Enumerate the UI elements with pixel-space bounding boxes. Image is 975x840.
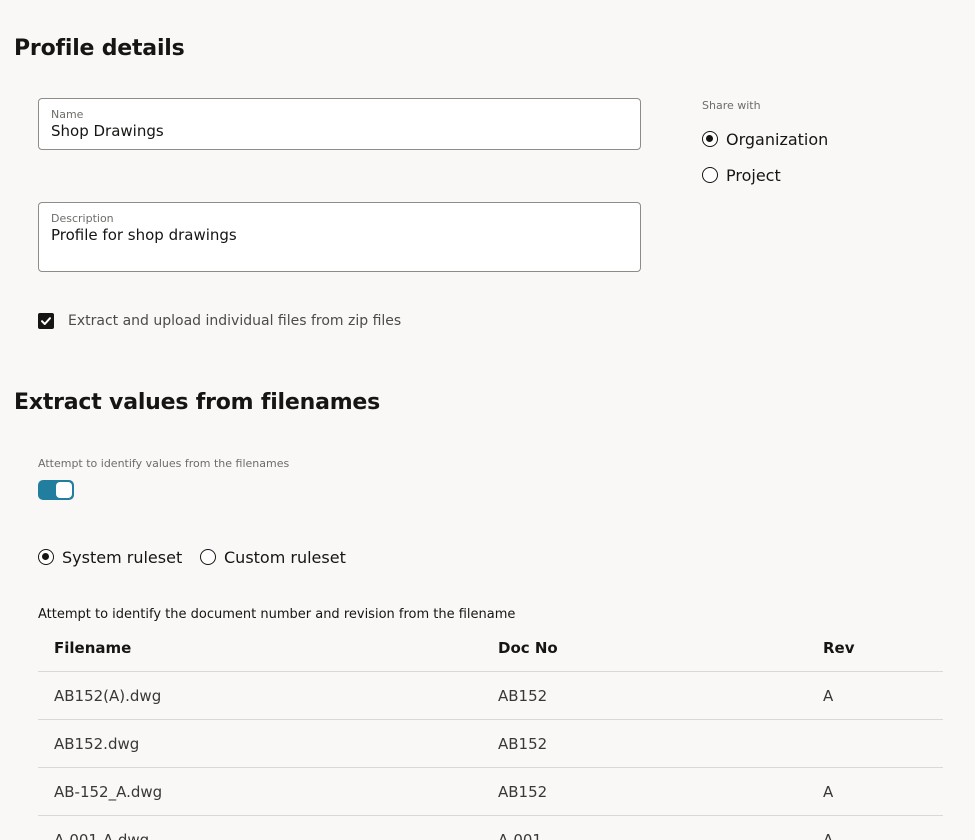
cell-doc-no: AB152 <box>498 687 548 705</box>
table-header: Filename Doc No Rev <box>38 624 943 672</box>
profile-details-title: Profile details <box>14 36 185 61</box>
custom-ruleset-radio[interactable]: Custom ruleset <box>200 547 346 567</box>
system-ruleset-label: System ruleset <box>62 547 183 567</box>
share-with-label: Share with <box>702 99 761 112</box>
cell-filename: AB152(A).dwg <box>54 687 162 705</box>
toggle-knob <box>56 482 72 498</box>
share-with-organization-label: Organization <box>726 129 829 149</box>
identify-values-toggle-label: Attempt to identify values from the file… <box>38 457 290 470</box>
cell-doc-no: AB152 <box>498 735 548 753</box>
checkbox-checked-icon[interactable] <box>38 313 54 329</box>
identify-values-toggle[interactable] <box>38 480 74 500</box>
table-row: AB152.dwg AB152 <box>38 720 943 768</box>
radio-unchecked-icon[interactable] <box>702 167 718 183</box>
extract-values-title: Extract values from filenames <box>14 390 381 415</box>
share-with-organization-radio[interactable]: Organization <box>702 129 828 149</box>
cell-filename: A-001-A.dwg <box>54 831 150 840</box>
cell-rev: A <box>823 687 834 705</box>
column-header-filename: Filename <box>54 639 132 657</box>
cell-rev: A <box>823 831 834 840</box>
table-row: AB-152_A.dwg AB152 A <box>38 768 943 816</box>
radio-checked-icon[interactable] <box>702 131 718 147</box>
radio-checked-icon[interactable] <box>38 549 54 565</box>
cell-filename: AB152.dwg <box>54 735 140 753</box>
system-ruleset-radio[interactable]: System ruleset <box>38 547 182 567</box>
cell-filename: AB-152_A.dwg <box>54 783 163 801</box>
table-caption: Attempt to identify the document number … <box>38 607 516 622</box>
name-field[interactable]: Name Shop Drawings <box>38 98 641 150</box>
column-header-doc-no: Doc No <box>498 639 558 657</box>
description-field-value[interactable]: Profile for shop drawings <box>51 226 237 244</box>
table-row: AB152(A).dwg AB152 A <box>38 672 943 720</box>
extract-zip-label: Extract and upload individual files from… <box>68 313 402 329</box>
share-with-project-label: Project <box>726 165 781 185</box>
filename-examples-table: Filename Doc No Rev AB152(A).dwg AB152 A… <box>38 624 943 840</box>
description-field-label: Description <box>51 212 114 225</box>
radio-unchecked-icon[interactable] <box>200 549 216 565</box>
custom-ruleset-label: Custom ruleset <box>224 547 346 567</box>
cell-rev: A <box>823 783 834 801</box>
share-with-project-radio[interactable]: Project <box>702 165 781 185</box>
column-header-rev: Rev <box>823 639 855 657</box>
extract-zip-checkbox[interactable]: Extract and upload individual files from… <box>38 312 401 330</box>
table-row: A-001-A.dwg A-001 A <box>38 816 943 840</box>
cell-doc-no: A-001 <box>498 831 542 840</box>
name-field-value[interactable]: Shop Drawings <box>51 122 164 140</box>
cell-doc-no: AB152 <box>498 783 548 801</box>
description-field[interactable]: Description Profile for shop drawings <box>38 202 641 272</box>
name-field-label: Name <box>51 108 84 121</box>
